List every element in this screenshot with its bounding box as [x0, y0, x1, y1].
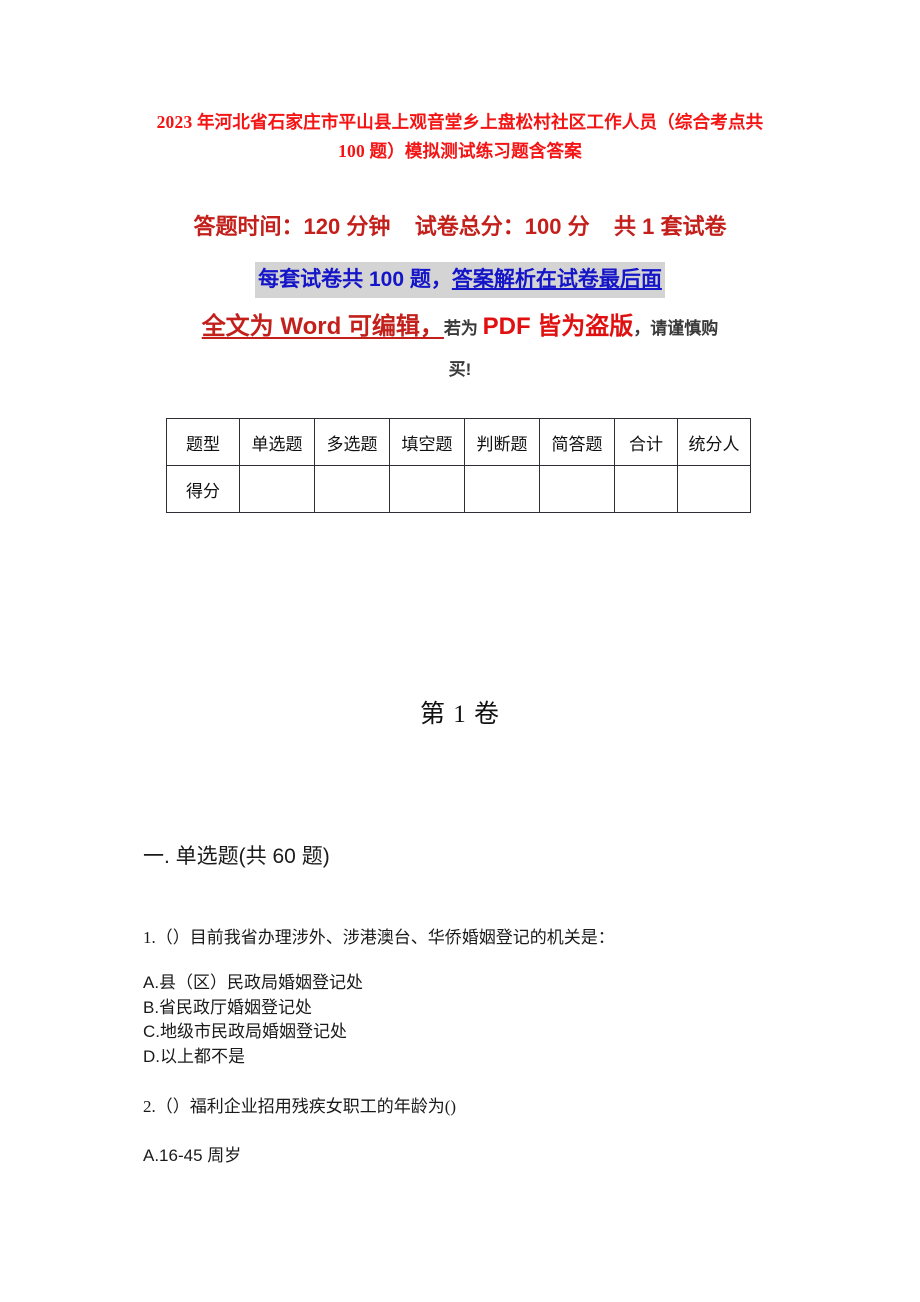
answer-location-plain: 每套试卷共 100 题，: [258, 268, 452, 291]
answer-location-highlight: 每套试卷共 100 题，答案解析在试卷最后面: [255, 262, 665, 298]
option-d[interactable]: D.以上都不是: [143, 1045, 783, 1070]
exam-info-line: 答题时间：120 分钟 试卷总分：100 分 共 1 套试卷: [193, 214, 727, 239]
question-options: A.县（区）民政局婚姻登记处 B.省民政厅婚姻登记处 C.地级市民政局婚姻登记处…: [143, 971, 783, 1069]
question-stem: 1.（）目前我省办理涉外、涉港澳台、华侨婚姻登记的机关是：: [143, 928, 615, 947]
table-header-cell: 合计: [614, 418, 678, 466]
section-heading-single-choice: 一. 单选题(共 60 题): [143, 845, 330, 868]
warning-text-part3: 买!: [448, 360, 472, 379]
score-table: 题型 单选题 多选题 填空题 判断题 简答题 合计 统分人 得分: [166, 418, 751, 513]
format-warning-notice: 全文为 Word 可编辑，若为 PDF 皆为盗版，请谨慎购: [143, 308, 777, 349]
score-cell[interactable]: [314, 465, 390, 513]
question-stem: 2.（）福利企业招用残疾女职工的年龄为(): [143, 1097, 457, 1116]
table-header-cell: 单选题: [239, 418, 315, 466]
question-item: 2.（）福利企业招用残疾女职工的年龄为() A.16-45 周岁: [143, 1094, 783, 1169]
answer-location-notice: 每套试卷共 100 题，答案解析在试卷最后面: [143, 262, 777, 298]
table-header-cell: 填空题: [389, 418, 465, 466]
table-row: 得分: [166, 465, 751, 513]
table-header-cell: 多选题: [314, 418, 390, 466]
warning-text-part2: ，请谨慎购: [633, 319, 719, 338]
table-header-cell: 题型: [166, 418, 240, 466]
table-row-header: 题型 单选题 多选题 填空题 判断题 简答题 合计 统分人: [166, 418, 751, 466]
question-options: A.16-45 周岁: [143, 1144, 783, 1169]
question-item: 1.（）目前我省办理涉外、涉港澳台、华侨婚姻登记的机关是： A.县（区）民政局婚…: [143, 925, 783, 1069]
option-b[interactable]: B.省民政厅婚姻登记处: [143, 996, 783, 1021]
table-header-cell: 统分人: [677, 418, 751, 466]
option-a[interactable]: A.县（区）民政局婚姻登记处: [143, 971, 783, 996]
answer-location-underlined: 答案解析在试卷最后面: [451, 268, 662, 291]
volume-heading: 第 1 卷: [419, 701, 500, 728]
page-title: 2023 年河北省石家庄市平山县上观音堂乡上盘松村社区工作人员（综合考点共 10…: [156, 112, 764, 161]
word-editable-text: 全文为 Word 可编辑，: [201, 313, 444, 340]
warning-text-part1: 若为: [443, 319, 483, 338]
document-page: 2023 年河北省石家庄市平山县上观音堂乡上盘松村社区工作人员（综合考点共 10…: [0, 0, 920, 1302]
score-cell[interactable]: [389, 465, 465, 513]
table-header-cell: 判断题: [464, 418, 540, 466]
score-cell[interactable]: [614, 465, 678, 513]
score-cell[interactable]: [239, 465, 315, 513]
option-c[interactable]: C.地级市民政局婚姻登记处: [143, 1020, 783, 1045]
table-row-label: 得分: [166, 465, 240, 513]
score-cell[interactable]: [539, 465, 615, 513]
option-a[interactable]: A.16-45 周岁: [143, 1144, 783, 1169]
table-header-cell: 简答题: [539, 418, 615, 466]
pdf-piracy-text: PDF 皆为盗版: [482, 313, 634, 340]
score-cell[interactable]: [464, 465, 540, 513]
score-cell[interactable]: [677, 465, 751, 513]
